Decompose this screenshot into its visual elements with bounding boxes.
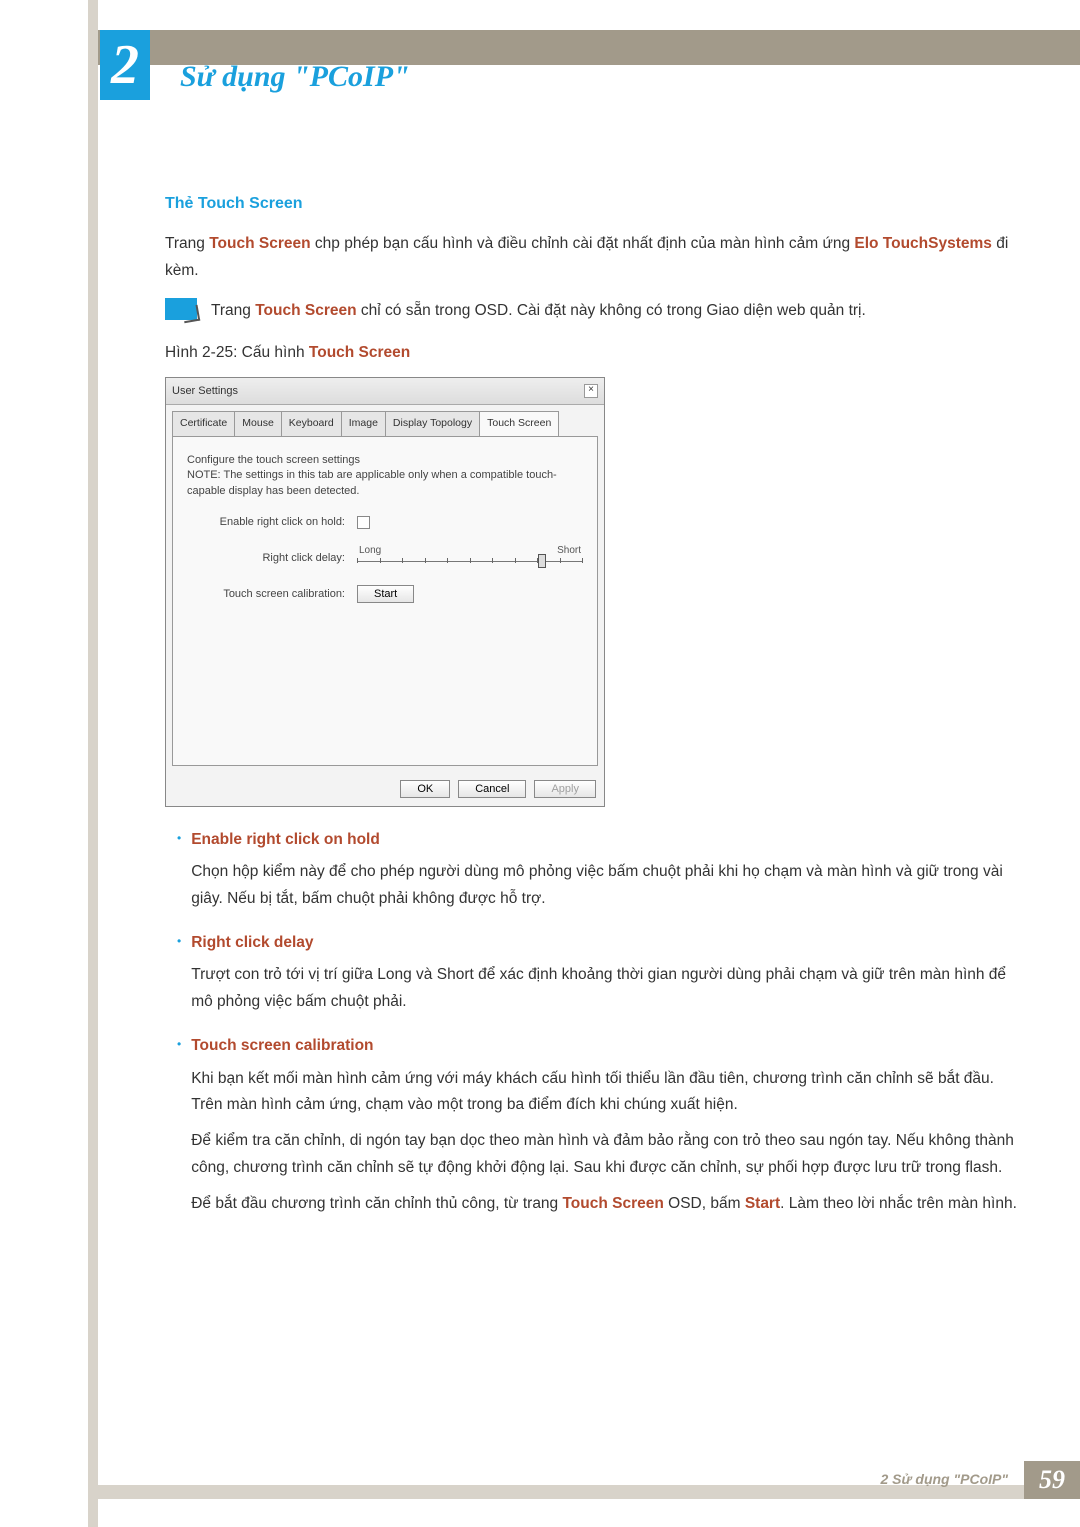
dialog-titlebar: User Settings × <box>166 378 604 406</box>
bullet-text: Chọn hộp kiểm này để cho phép người dùng… <box>191 859 1020 912</box>
page-number: 59 <box>1024 1461 1080 1499</box>
term-touch-screen: Touch Screen <box>562 1195 663 1212</box>
checkbox-enable-right-click[interactable] <box>357 516 370 529</box>
term-start: Start <box>745 1195 780 1212</box>
footer-chapter-label: 2 Sử dụng "PCoIP" <box>881 1471 1009 1487</box>
apply-button[interactable]: Apply <box>534 780 596 798</box>
label-enable-right-click: Enable right click on hold: <box>187 513 357 532</box>
term-touch-screen: Touch Screen <box>255 302 356 319</box>
bullet-text: Để kiểm tra căn chỉnh, di ngón tay bạn d… <box>191 1128 1020 1181</box>
slider-ticks <box>357 558 583 563</box>
row-right-click-delay: Right click delay: Long Short <box>187 542 583 575</box>
page-footer: 2 Sử dụng "PCoIP" 59 <box>0 1461 1080 1497</box>
figure-caption: Hình 2-25: Cấu hình Touch Screen <box>165 340 1020 366</box>
bullet-item: • Enable right click on hold Chọn hộp kiểm… <box>165 827 1020 922</box>
bullet-dot-icon: • <box>177 930 181 1025</box>
tab-certificate[interactable]: Certificate <box>172 411 235 436</box>
text: Configure the touch screen settings <box>187 453 583 468</box>
tab-panel-touch-screen: Configure the touch screen settings NOTE… <box>172 436 598 766</box>
note-text: Trang Touch Screen chỉ có sẵn trong OSD.… <box>211 298 866 324</box>
text: chỉ có sẵn trong OSD. Cài đặt này không … <box>357 302 866 319</box>
row-enable-right-click: Enable right click on hold: <box>187 513 583 532</box>
tab-image[interactable]: Image <box>341 411 386 436</box>
bullet-title: Touch screen calibration <box>191 1033 1020 1059</box>
chapter-number: 2 <box>100 30 150 100</box>
note-block: Trang Touch Screen chỉ có sẵn trong OSD.… <box>165 298 1020 324</box>
bullet-title: Right click delay <box>191 930 1020 956</box>
bullet-item: • Touch screen calibration Khi bạn kết mối… <box>165 1033 1020 1227</box>
note-icon <box>165 298 197 320</box>
term-elo: Elo TouchSystems <box>854 235 992 252</box>
section-heading: Thẻ Touch Screen <box>165 190 1020 217</box>
slider-label-long: Long <box>359 542 381 559</box>
page-header: 2 Sử dụng "PCoIP" <box>0 30 1080 100</box>
row-calibration: Touch screen calibration: Start <box>187 585 583 604</box>
text: Hình 2-25: Cấu hình <box>165 344 309 361</box>
slider-track[interactable] <box>357 561 583 575</box>
tab-mouse[interactable]: Mouse <box>234 411 282 436</box>
cancel-button[interactable]: Cancel <box>458 780 526 798</box>
bullet-body: Right click delay Trượt con trỏ tới vị tr… <box>191 930 1020 1025</box>
tabs: CertificateMouseKeyboardImageDisplay Top… <box>166 405 604 436</box>
bullet-title: Enable right click on hold <box>191 827 1020 853</box>
bullet-text: Trượt con trỏ tới vị trí giữa Long và Sh… <box>191 962 1020 1015</box>
content-body: Thẻ Touch Screen Trang Touch Screen chp … <box>165 190 1020 1235</box>
text: Trang <box>211 302 255 319</box>
intro-paragraph: Trang Touch Screen chp phép bạn cấu hình… <box>165 231 1020 284</box>
bullet-text: Để bắt đầu chương trình căn chỉnh thủ cô… <box>191 1191 1020 1217</box>
footer-accent <box>98 1485 1080 1499</box>
label-calibration: Touch screen calibration: <box>187 585 357 604</box>
bullet-item: • Right click delay Trượt con trỏ tới vị t… <box>165 930 1020 1025</box>
bullet-dot-icon: • <box>177 1033 181 1227</box>
slider-label-short: Short <box>557 542 581 559</box>
dialog-button-row: OK Cancel Apply <box>166 772 604 806</box>
bullet-body: Enable right click on hold Chọn hộp kiểm … <box>191 827 1020 922</box>
text: NOTE: The settings in this tab are appli… <box>187 468 583 499</box>
term-touch-screen: Touch Screen <box>309 344 410 361</box>
ok-button[interactable]: OK <box>400 780 450 798</box>
side-stripe <box>88 0 98 1527</box>
bullet-list: • Enable right click on hold Chọn hộp kiểm… <box>165 827 1020 1227</box>
chapter-title: Sử dụng "PCoIP" <box>180 60 410 94</box>
text: chp phép bạn cấu hình và điều chỉnh cài … <box>311 235 855 252</box>
slider-right-click-delay[interactable]: Long Short <box>357 542 583 575</box>
label-right-click-delay: Right click delay: <box>187 549 357 568</box>
bullet-dot-icon: • <box>177 827 181 922</box>
text: Trang <box>165 235 209 252</box>
slider-thumb[interactable] <box>538 554 546 568</box>
close-icon[interactable]: × <box>584 384 598 398</box>
bullet-text: Khi bạn kết mối màn hình cảm ứng với máy… <box>191 1066 1020 1119</box>
dialog-title: User Settings <box>172 382 238 401</box>
term-touch-screen: Touch Screen <box>209 235 310 252</box>
user-settings-dialog: User Settings × CertificateMouseKeyboard… <box>165 377 605 808</box>
start-button[interactable]: Start <box>357 585 414 603</box>
tab-touch-screen[interactable]: Touch Screen <box>479 411 559 436</box>
bullet-body: Touch screen calibration Khi bạn kết mối … <box>191 1033 1020 1227</box>
panel-description: Configure the touch screen settings NOTE… <box>187 453 583 499</box>
tab-keyboard[interactable]: Keyboard <box>281 411 342 436</box>
tab-display-topology[interactable]: Display Topology <box>385 411 480 436</box>
